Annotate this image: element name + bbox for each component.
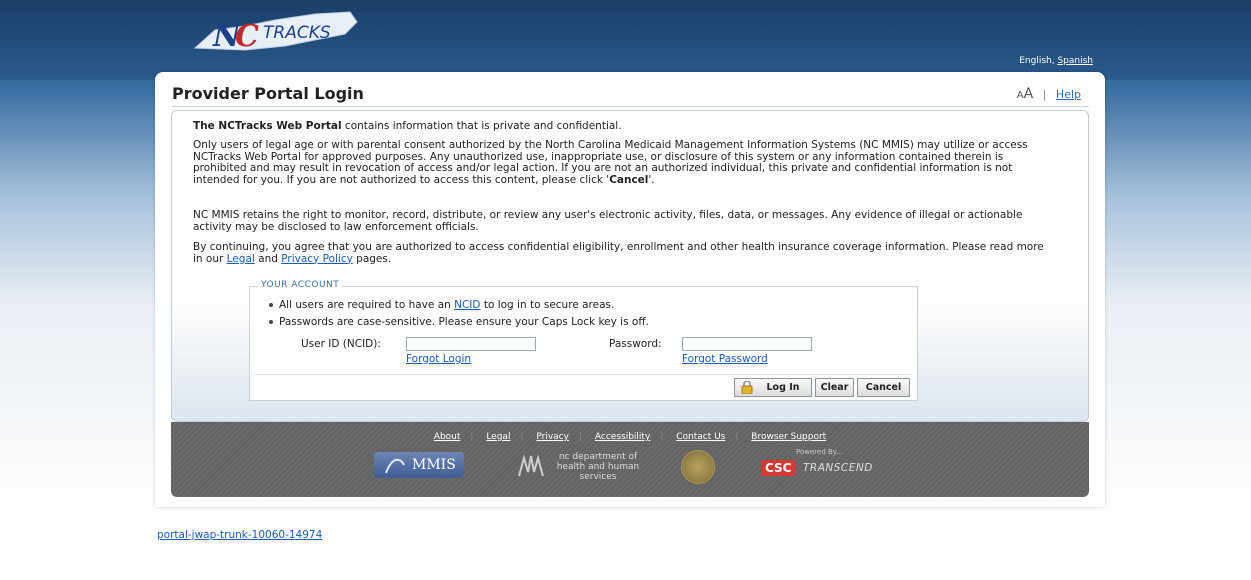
bullet-text: to log in to secure areas.: [480, 299, 615, 311]
footer-link-contact[interactable]: Contact Us: [666, 432, 735, 442]
account-divider: [254, 374, 911, 375]
footer-link-privacy[interactable]: Privacy: [526, 432, 579, 442]
notice-paragraph-1: The NCTracks Web Portal contains informa…: [193, 120, 1053, 133]
mmis-swirl-icon: [385, 458, 405, 474]
build-version-link[interactable]: portal-jwap-trunk-10060-14974: [157, 529, 322, 541]
spanish-link[interactable]: Spanish: [1057, 56, 1093, 66]
notice-text: contains information that is private and…: [341, 120, 622, 132]
bullet-text: Passwords are case-sensitive. Please ens…: [279, 316, 649, 328]
clear-button[interactable]: Clear: [815, 378, 854, 397]
svg-text:TRACKS: TRACKS: [263, 23, 331, 43]
legal-link[interactable]: Legal: [227, 253, 255, 265]
notice-cancel-word: Cancel: [609, 173, 649, 186]
dhhs-emblem-icon: [518, 454, 544, 477]
mmis-logo: MMIS: [374, 452, 464, 478]
notice-paragraph-2: Only users of legal age or with parental…: [193, 139, 1053, 186]
powered-by-text: Powered By...: [796, 448, 843, 456]
font-size-large-toggle[interactable]: A: [1024, 86, 1034, 102]
password-note: Passwords are case-sensitive. Please ens…: [269, 316, 649, 328]
footer-link-accessibility[interactable]: Accessibility: [585, 432, 660, 442]
notice-text: and: [254, 252, 282, 265]
footer-separator: |: [578, 432, 583, 442]
lock-icon: [741, 381, 753, 394]
notice-paragraph-4: By continuing, you agree that you are au…: [193, 241, 1053, 265]
dhhs-logo: nc department of health and human servic…: [516, 450, 651, 482]
footer: About | Legal | Privacy | Accessibility | Co…: [171, 422, 1089, 497]
login-button[interactable]: Log In: [734, 378, 812, 397]
svg-text:C: C: [235, 19, 259, 54]
title-divider: [172, 106, 1089, 107]
mmis-text: MMIS: [412, 457, 456, 473]
notice-paragraph-3: NC MMIS retains the right to monitor, re…: [193, 209, 1023, 233]
csc-logo: CSC: [761, 460, 796, 476]
bullet-icon: [269, 303, 273, 307]
footer-link-legal[interactable]: Legal: [476, 432, 520, 442]
bullet-icon: [269, 320, 273, 324]
privacy-policy-link[interactable]: Privacy Policy: [281, 253, 353, 265]
account-legend: YOUR ACCOUNT: [258, 280, 343, 290]
footer-separator: |: [660, 432, 664, 442]
confidentiality-notice: The NCTracks Web Portal contains informa…: [171, 110, 1089, 422]
account-fieldset: YOUR ACCOUNT All users are required to h…: [249, 280, 918, 401]
userid-label: User ID (NCID):: [301, 338, 381, 350]
footer-link-browser-support[interactable]: Browser Support: [741, 432, 836, 442]
tools-separator: |: [1042, 88, 1047, 101]
language-switcher: English, Spanish: [1019, 56, 1093, 66]
notice-bold-intro: The NCTracks Web Portal: [193, 120, 342, 132]
state-seal-logo: [681, 450, 715, 484]
login-button-label: Log In: [766, 382, 800, 393]
password-label: Password:: [609, 338, 662, 350]
footer-separator: |: [735, 432, 739, 442]
footer-separator: |: [470, 432, 474, 442]
font-size-small-toggle[interactable]: A: [1017, 90, 1024, 101]
footer-link-about[interactable]: About: [424, 432, 471, 442]
login-panel: Provider Portal Login AA | Help The NCTr…: [155, 72, 1105, 507]
page-title: Provider Portal Login: [172, 84, 364, 103]
page-tools: AA | Help: [1017, 86, 1081, 102]
forgot-password-link[interactable]: Forgot Password: [682, 353, 768, 365]
forgot-login-link[interactable]: Forgot Login: [406, 353, 471, 365]
dhhs-text: nc department of health and human servic…: [556, 452, 640, 482]
transcend-text: TRANSCEND: [803, 462, 873, 474]
userid-input[interactable]: [406, 337, 536, 351]
password-input[interactable]: [682, 337, 812, 351]
footer-separator: |: [520, 432, 524, 442]
language-current: English,: [1019, 56, 1055, 66]
cancel-button[interactable]: Cancel: [857, 378, 910, 397]
bullet-text: All users are required to have an: [279, 299, 455, 311]
nctracks-logo[interactable]: N C TRACKS: [185, 8, 365, 54]
help-link[interactable]: Help: [1056, 88, 1081, 101]
powered-by-logo: Powered By... CSC TRANSCEND: [761, 448, 901, 484]
ncid-requirement: All users are required to have an NCID t…: [269, 299, 614, 311]
ncid-link[interactable]: NCID: [454, 299, 480, 311]
notice-text: '.: [648, 173, 655, 186]
notice-text: pages.: [352, 252, 392, 265]
footer-links: About | Legal | Privacy | Accessibility | Co…: [171, 432, 1089, 442]
